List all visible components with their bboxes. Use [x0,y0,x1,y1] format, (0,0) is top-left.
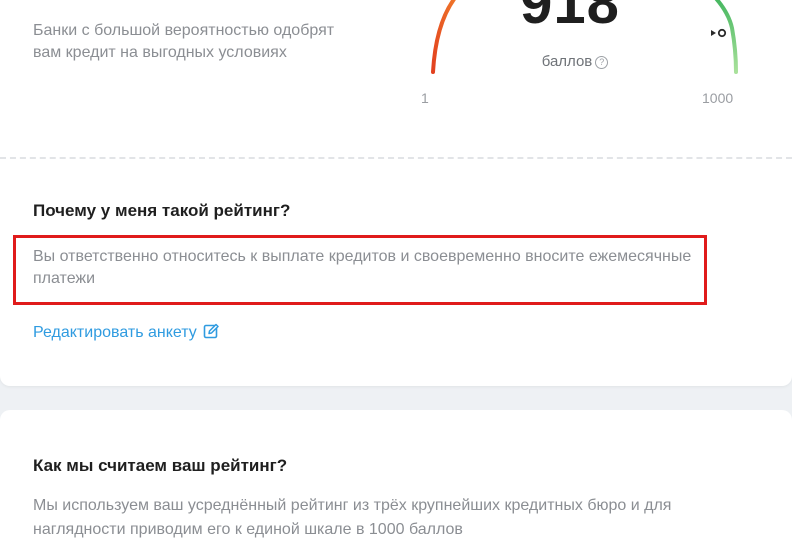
score-unit-label: баллов [541,53,593,70]
help-icon[interactable]: ? [595,56,609,69]
gauge-pointer [711,30,716,36]
score-value: 918 [520,0,620,36]
how-we-calculate-text: Мы используем ваш усреднённый рейтинг из… [33,497,672,538]
rating-card: Банки с большой вероятностью одобрят вам… [0,0,792,386]
gauge-arc-low [431,0,456,74]
scale-max-label: 1000 [702,90,734,106]
scale-min-label: 1 [421,90,429,106]
why-rating-title: Почему у меня такой рейтинг? [33,201,291,220]
dashed-divider [0,157,792,159]
rating-reason-text: Вы ответственно относитесь к выплате кре… [33,248,692,287]
edit-icon [203,323,219,339]
how-we-calculate-title: Как мы считаем ваш рейтинг? [33,456,288,475]
edit-profile-link[interactable]: Редактировать анкету [33,323,219,342]
rating-description: Банки с большой вероятностью одобрят вам… [33,22,335,61]
score-unit: баллов? [520,52,630,72]
gauge-marker [717,28,727,38]
edit-profile-label: Редактировать анкету [33,324,197,341]
